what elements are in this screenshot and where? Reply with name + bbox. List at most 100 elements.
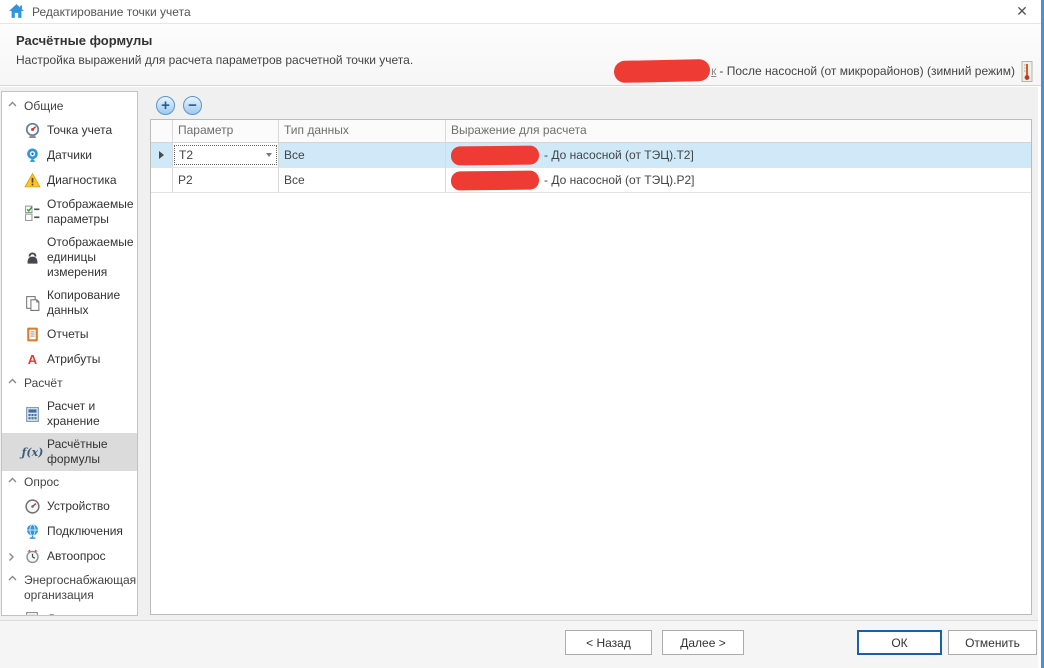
column-header-data-type[interactable]: Тип данных xyxy=(279,120,446,142)
sidebar-item-label: Копирование данных xyxy=(47,288,135,318)
report-icon xyxy=(24,326,41,343)
grid-empty-area xyxy=(151,193,1031,614)
dropdown-arrow-icon[interactable] xyxy=(266,153,272,157)
ok-button[interactable]: ОК xyxy=(857,630,942,655)
sidebar-item-label: Датчики xyxy=(47,148,135,163)
current-row-indicator-icon xyxy=(159,151,164,159)
sidebar-item-diagnostics[interactable]: Диагностика xyxy=(2,168,137,193)
sidebar-item-displayed-units[interactable]: Отображаемые единицы измерения xyxy=(2,231,137,284)
parameter-cell[interactable]: Р2 xyxy=(173,168,279,192)
warning-icon xyxy=(24,172,41,189)
sidebar-item-sensors[interactable]: Датчики xyxy=(2,143,137,168)
metering-point-link[interactable]: к xyxy=(711,64,716,78)
formulas-grid: Параметр Тип данных Выражение для расчет… xyxy=(150,119,1032,615)
sidebar-item-data-copy[interactable]: Копирование данных xyxy=(2,284,137,322)
sidebar-item-device[interactable]: Устройство xyxy=(2,494,137,519)
parameter-value: Т2 xyxy=(179,148,193,162)
sidebar-item-calc-storage[interactable]: Расчет и хранение xyxy=(2,395,137,433)
row-selector-header xyxy=(151,120,173,142)
nav-group-label: Энергоснабжающая организация xyxy=(24,573,135,603)
dialog-edit-metering-point: Редактирование точки учета ✕ Расчётные ф… xyxy=(0,0,1044,668)
expression-text: - До насосной (от ТЭЦ).Т2] xyxy=(544,148,694,162)
checklist-icon xyxy=(24,204,41,221)
grid-header-row: Параметр Тип данных Выражение для расчет… xyxy=(151,120,1031,143)
parameter-cell[interactable]: Т2 xyxy=(173,143,279,167)
formula-icon: ƒ(x) xyxy=(24,444,41,461)
chevron-up-icon xyxy=(8,101,17,107)
close-button[interactable]: ✕ xyxy=(1011,3,1033,21)
nav-group-label: Общие xyxy=(24,99,135,114)
main-area: Общие Точка учета Датчики xyxy=(0,87,1038,620)
parameter-editor[interactable]: Т2 xyxy=(174,145,277,165)
page-header: Расчётные формулы Настройка выражений дл… xyxy=(0,24,1041,86)
sensor-icon xyxy=(24,147,41,164)
sidebar-item-label: Отображаемые единицы измерения xyxy=(47,235,135,280)
sidebar-item-label: Подключения xyxy=(47,524,135,539)
sidebar-item-label: Автоопрос xyxy=(47,549,135,564)
table-row[interactable]: Р2 Все - До насосной (от ТЭЦ).Р2] xyxy=(151,168,1031,193)
row-selector-cell xyxy=(151,168,173,192)
data-type-cell[interactable]: Все xyxy=(279,143,446,167)
nav-group-polling[interactable]: Опрос xyxy=(2,471,137,494)
settings-nav: Общие Точка учета Датчики xyxy=(1,91,138,616)
contract-icon xyxy=(24,611,41,616)
current-row-cell xyxy=(151,143,173,167)
sidebar-item-autopoll[interactable]: Автоопрос xyxy=(2,544,137,569)
sidebar-item-label: Отчеты xyxy=(47,327,135,342)
chevron-up-icon xyxy=(8,575,17,581)
nav-group-label: Опрос xyxy=(24,475,135,490)
sidebar-item-label: Отображаемые параметры xyxy=(47,197,135,227)
remove-row-button[interactable]: − xyxy=(183,96,202,115)
chevron-right-icon[interactable] xyxy=(8,552,14,561)
sidebar-item-label: Атрибуты xyxy=(47,352,135,367)
sidebar-item-label: Устройство xyxy=(47,499,135,514)
chevron-up-icon xyxy=(8,477,17,483)
expression-cell[interactable]: - До насосной (от ТЭЦ).Т2] xyxy=(446,143,1031,167)
sidebar-item-label: Точка учета xyxy=(47,123,135,138)
redaction-overlay xyxy=(614,59,710,83)
expression-text: - До насосной (от ТЭЦ).Р2] xyxy=(544,173,694,187)
nav-group-label: Расчёт xyxy=(24,376,135,391)
globe-icon xyxy=(24,523,41,540)
page-title: Расчётные формулы xyxy=(16,33,1025,48)
sidebar-item-label: Расчётные формулы xyxy=(47,437,135,467)
column-header-expression[interactable]: Выражение для расчета xyxy=(446,120,1031,142)
sidebar-item-contract[interactable]: Договор xyxy=(2,607,137,616)
nav-group-calculation[interactable]: Расчёт xyxy=(2,372,137,395)
sidebar-item-metering-point[interactable]: Точка учета xyxy=(2,118,137,143)
grid-toolbar: + − xyxy=(150,92,1032,119)
meter-icon xyxy=(24,122,41,139)
nav-group-energy-org[interactable]: Энергоснабжающая организация xyxy=(2,569,137,607)
expression-cell[interactable]: - До насосной (от ТЭЦ).Р2] xyxy=(446,168,1031,192)
gauge-icon xyxy=(24,498,41,515)
data-type-cell[interactable]: Все xyxy=(279,168,446,192)
nav-group-general[interactable]: Общие xyxy=(2,95,137,118)
attribute-icon: A xyxy=(24,351,41,368)
window-title: Редактирование точки учета xyxy=(32,5,191,19)
next-button[interactable]: Далее > xyxy=(662,630,744,655)
back-button[interactable]: < Назад xyxy=(565,630,652,655)
column-header-parameter[interactable]: Параметр xyxy=(173,120,279,142)
weight-icon xyxy=(24,249,41,266)
redaction-overlay xyxy=(451,170,539,190)
sidebar-item-attributes[interactable]: A Атрибуты xyxy=(2,347,137,372)
table-row[interactable]: Т2 Все - До насосной (от ТЭЦ).Т2] xyxy=(151,143,1031,168)
sidebar-item-reports[interactable]: Отчеты xyxy=(2,322,137,347)
metering-point-context: к - После насосной (от микрорайонов) (зи… xyxy=(614,60,1033,82)
sidebar-item-calc-formulas[interactable]: ƒ(x) Расчётные формулы xyxy=(2,433,137,471)
sidebar-item-displayed-parameters[interactable]: Отображаемые параметры xyxy=(2,193,137,231)
title-bar: Редактирование точки учета ✕ xyxy=(0,0,1041,24)
copy-icon xyxy=(24,295,41,312)
home-icon xyxy=(8,3,25,20)
thermometer-icon xyxy=(1021,61,1033,82)
chevron-up-icon xyxy=(8,378,17,384)
cancel-button[interactable]: Отменить xyxy=(948,630,1037,655)
redaction-overlay xyxy=(451,145,539,165)
sidebar-item-label: Расчет и хранение xyxy=(47,399,135,429)
sidebar-item-connections[interactable]: Подключения xyxy=(2,519,137,544)
metering-point-name: - После насосной (от микрорайонов) (зимн… xyxy=(719,64,1015,78)
sidebar-item-label: Диагностика xyxy=(47,173,135,188)
add-row-button[interactable]: + xyxy=(156,96,175,115)
sidebar-item-label: Договор xyxy=(47,612,135,616)
dialog-footer: < Назад Далее > ОК Отменить xyxy=(0,620,1038,668)
